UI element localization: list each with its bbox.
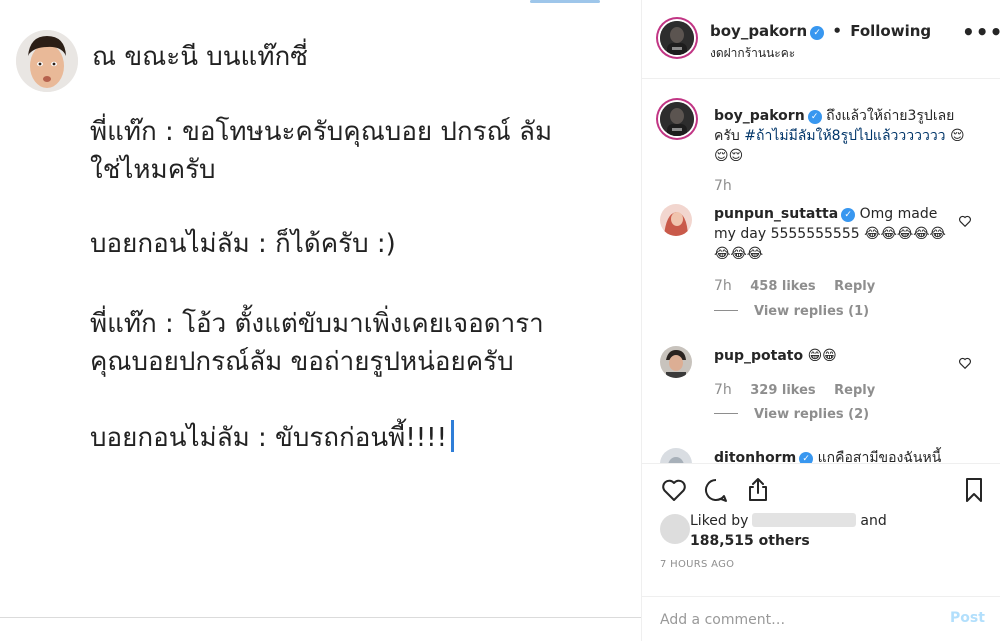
comment-likes[interactable]: 329 likes [750,383,815,398]
following-button[interactable]: Following [850,22,931,40]
caption-text: boy_pakorn ✓ ถึงแล้วให้ถ่าย3รูปเลยครับ #ถ… [714,106,976,166]
text-cursor-icon [451,420,455,452]
liker-avatar[interactable] [660,514,690,544]
likes-count-others[interactable]: 188,515 others [690,533,810,549]
post-location[interactable]: งดฝากร้านนะคะ [710,44,795,63]
like-comment-heart-icon[interactable] [958,214,972,228]
post-actions: Liked by and 188,515 others 7 HOURS AGO P… [642,463,1000,641]
commenter-photo-icon [660,448,692,463]
author-avatar[interactable] [656,17,698,59]
like-heart-icon[interactable] [660,476,688,504]
replies-dash [714,310,738,311]
image-text-line: คุณบอยปกรณ์ลัม ขอถ่ายรูปหน่อยครับ [90,347,514,377]
post-image[interactable]: ณ ขณะนี บนแท๊กซี่ พี่แท๊ก : ขอโทษนะครับค… [0,0,641,641]
liked-by-text: Liked by and 188,515 others [690,511,990,551]
comment-text: punpun_sutatta ✓ Omg made my day 55555555… [714,204,954,264]
comment-username[interactable]: punpun_sutatta [714,206,838,222]
comment-body: แกคือสามีของฉันหนี้ [817,450,942,463]
caption-avatar[interactable] [656,98,698,140]
liker-username-blurred[interactable] [752,513,857,527]
reply-button[interactable]: Reply [834,279,875,294]
image-text-line-content: บอยกอนไม่ลัม : ขับรถก่อนพี้!!!! [90,423,448,453]
like-comment-heart-icon[interactable] [958,356,972,370]
commenter-avatar[interactable] [660,346,692,378]
author-photo-icon [660,102,694,136]
share-upload-icon[interactable] [744,476,772,504]
view-replies-button[interactable]: View replies (2) [714,407,869,422]
comment-text: ditonhorm ✓ แกคือสามีของฉันหนี้ [714,448,954,463]
commenter-photo-icon [660,204,692,236]
image-divider [0,617,641,618]
comment-time[interactable]: 7h [714,278,732,294]
verified-badge-icon: ✓ [807,110,822,124]
image-avatar [16,30,78,92]
caption-username[interactable]: boy_pakorn [714,108,805,124]
verified-badge-icon: ✓ [841,208,856,222]
comment-username[interactable]: pup_potato [714,348,803,364]
separator-dot: • [832,22,842,40]
view-replies-label: View replies (2) [754,407,870,422]
view-replies-button[interactable]: View replies (1) [714,304,869,319]
author-row: boy_pakorn ✓ • Following [710,22,931,40]
image-text-line: บอยกอนไม่ลัม : ก็ได้ครับ :) [90,229,396,259]
verified-badge-icon: ✓ [810,26,825,40]
liked-by-row: Liked by and 188,515 others [660,511,990,555]
caption-time[interactable]: 7h [714,178,732,194]
comment-likes[interactable]: 458 likes [750,279,815,294]
post-side-panel: boy_pakorn ✓ • Following งดฝากร้านนะคะ ••… [642,0,1000,641]
comment-username[interactable]: ditonhorm [714,450,796,463]
save-bookmark-icon[interactable] [960,476,988,504]
author-username[interactable]: boy_pakorn [710,22,807,40]
comment-time[interactable]: 7h [714,382,732,398]
replies-dash [714,413,738,414]
comment-input[interactable] [660,609,930,631]
image-text-line-last: บอยกอนไม่ลัม : ขับรถก่อนพี้!!!! [90,420,455,456]
author-photo-icon [660,21,694,55]
comment-bubble-icon[interactable] [702,476,730,504]
more-options-icon[interactable]: ••• [962,22,1000,44]
verified-badge-icon: ✓ [799,452,814,463]
reply-button[interactable]: Reply [834,383,875,398]
comment-text: pup_potato 😁😁 [714,346,954,366]
commenter-photo-icon [660,346,692,378]
image-title: ณ ขณะนี บนแท๊กซี่ [92,42,308,72]
comment-meta: 7h 329 likes Reply [714,382,889,398]
commenter-avatar[interactable] [660,448,692,463]
post-timestamp[interactable]: 7 HOURS AGO [660,559,734,570]
image-top-strip [530,0,600,3]
liked-by-label: Liked by [690,513,749,529]
image-text-line: ใช่ไหมครับ [90,155,216,185]
caption-hashtag[interactable]: #ถ้าไม่มีลัมให้8รูปไปแล้ววววววว [744,128,945,144]
comments-list[interactable]: boy_pakorn ✓ ถึงแล้วให้ถ่าย3รูปเลยครับ #ถ… [642,80,1000,463]
view-replies-label: View replies (1) [754,304,870,319]
face-illustration-icon [16,30,78,92]
post-header: boy_pakorn ✓ • Following งดฝากร้านนะคะ ••… [642,0,1000,79]
commenter-avatar[interactable] [660,204,692,236]
image-text-line: พี่แท๊ก : โอ้ว ตั้งแต่ขับมาเพิ่งเคยเจอดา… [90,309,544,339]
liked-and-label: and [860,513,887,529]
image-text-line: พี่แท๊ก : ขอโทษนะครับคุณบอย ปกรณ์ ลัม [90,117,553,147]
post-comment-button[interactable]: Post [950,610,985,626]
comment-form: Post [642,596,1000,641]
comment-body: 😁😁 [807,348,837,364]
comment-meta: 7h 458 likes Reply [714,278,889,294]
